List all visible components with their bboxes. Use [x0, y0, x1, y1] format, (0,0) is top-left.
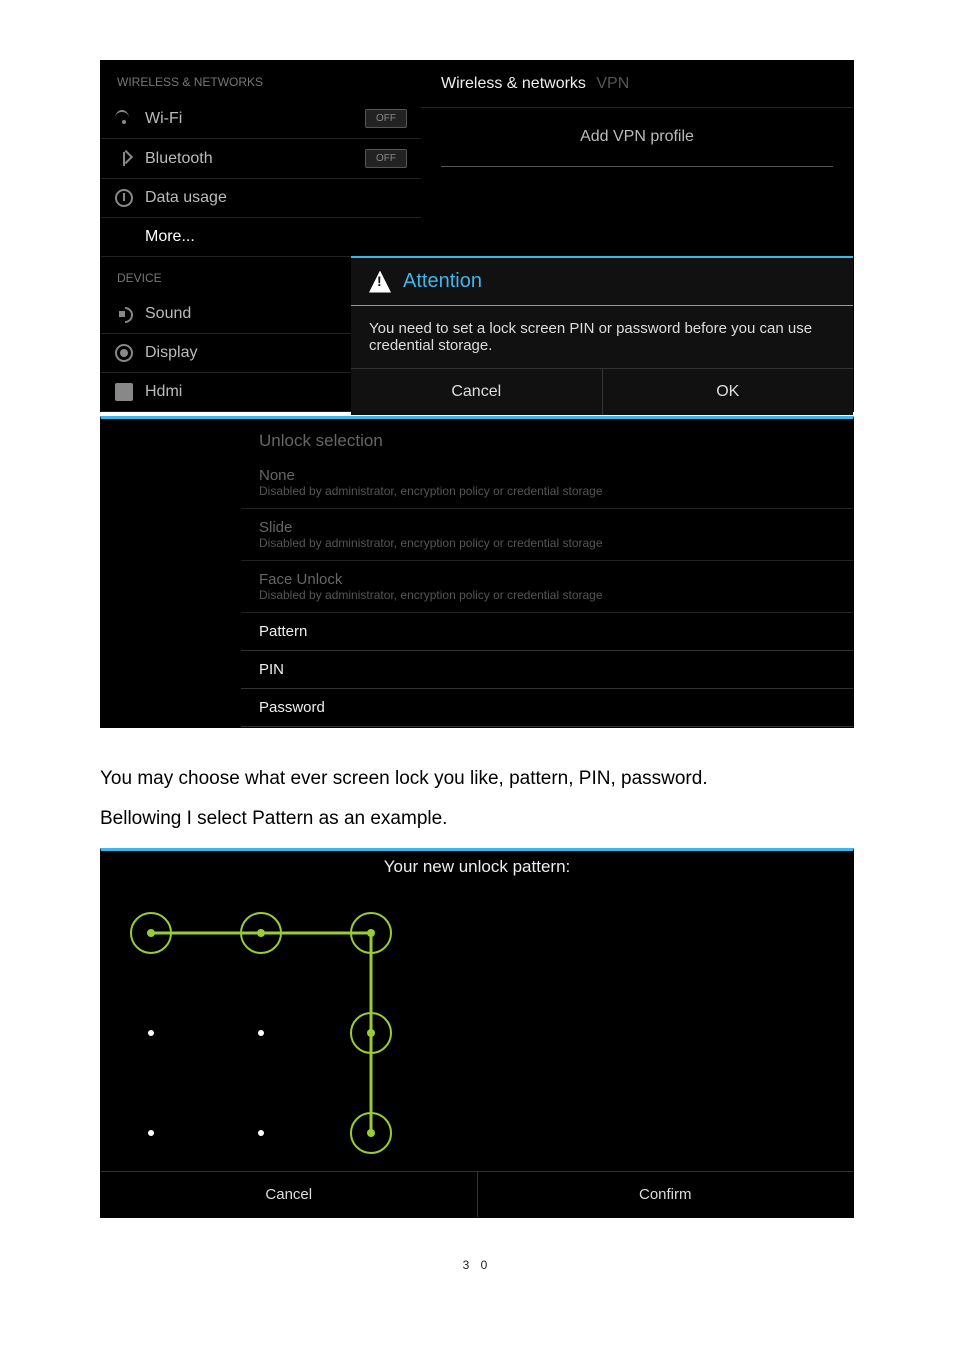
- pattern-node-1[interactable]: [130, 912, 172, 954]
- option-pin-title: PIN: [259, 661, 835, 678]
- pattern-screenshot: Your new unlock pattern: Cancel Confirm: [100, 848, 854, 1218]
- option-password[interactable]: Password: [241, 689, 853, 727]
- more-label: More...: [145, 228, 407, 246]
- section-wireless-header: WIRELESS & NETWORKS: [101, 61, 421, 99]
- bluetooth-icon: [115, 150, 133, 168]
- body-paragraph-1: You may choose what ever screen lock you…: [100, 758, 854, 800]
- body-paragraph-2: Bellowing I select Pattern as an example…: [100, 808, 854, 830]
- option-none-title: None: [259, 467, 835, 484]
- detail-subtitle: VPN: [596, 75, 629, 92]
- sidebar-item-data-usage[interactable]: Data usage: [101, 179, 421, 218]
- settings-vpn-dialog-screenshot: WIRELESS & NETWORKS Wi-Fi OFF Bluetooth …: [100, 60, 854, 412]
- detail-header: Wireless & networks VPN: [421, 61, 853, 108]
- page-number: 3 0: [100, 1258, 854, 1272]
- option-face-title: Face Unlock: [259, 571, 835, 588]
- option-pin[interactable]: PIN: [241, 651, 853, 689]
- option-face-desc: Disabled by administrator, encryption po…: [259, 588, 835, 602]
- dialog-buttons: Cancel OK: [351, 369, 853, 415]
- pattern-node-9[interactable]: [350, 1112, 392, 1154]
- data-usage-label: Data usage: [145, 189, 407, 207]
- pattern-node-5[interactable]: [240, 1012, 282, 1054]
- display-icon: [115, 344, 133, 362]
- sidebar-item-more[interactable]: More...: [101, 218, 421, 257]
- dialog-title-row: Attention: [351, 258, 853, 306]
- pattern-node-6[interactable]: [350, 1012, 392, 1054]
- detail-title: Wireless & networks: [441, 75, 586, 92]
- option-pattern-title: Pattern: [259, 623, 835, 640]
- unlock-selection-screenshot: Unlock selection None Disabled by admini…: [100, 416, 854, 728]
- add-vpn-profile[interactable]: Add VPN profile: [441, 108, 833, 167]
- data-usage-icon: [115, 189, 133, 207]
- option-slide: Slide Disabled by administrator, encrypt…: [241, 509, 853, 561]
- settings-detail-pane: Wireless & networks VPN Add VPN profile: [421, 61, 853, 167]
- attention-dialog: Attention You need to set a lock screen …: [351, 256, 853, 415]
- sidebar-item-bluetooth[interactable]: Bluetooth OFF: [101, 139, 421, 179]
- option-none-desc: Disabled by administrator, encryption po…: [259, 484, 835, 498]
- option-password-title: Password: [259, 699, 835, 716]
- wifi-label: Wi-Fi: [145, 110, 365, 128]
- wifi-toggle[interactable]: OFF: [365, 109, 407, 128]
- wifi-icon: [115, 110, 133, 128]
- sound-icon: [115, 305, 133, 323]
- blank-icon: [115, 228, 133, 246]
- dialog-title: Attention: [403, 270, 482, 293]
- option-face-unlock: Face Unlock Disabled by administrator, e…: [241, 561, 853, 613]
- sidebar-item-wifi[interactable]: Wi-Fi OFF: [101, 99, 421, 139]
- pattern-node-2[interactable]: [240, 912, 282, 954]
- unlock-selection-title: Unlock selection: [241, 419, 853, 457]
- option-pattern[interactable]: Pattern: [241, 613, 853, 651]
- option-none: None Disabled by administrator, encrypti…: [241, 457, 853, 509]
- bluetooth-toggle[interactable]: OFF: [365, 149, 407, 168]
- pattern-confirm-button[interactable]: Confirm: [478, 1171, 854, 1217]
- pattern-node-7[interactable]: [130, 1112, 172, 1154]
- bluetooth-label: Bluetooth: [145, 150, 365, 168]
- option-slide-title: Slide: [259, 519, 835, 536]
- pattern-node-3[interactable]: [350, 912, 392, 954]
- pattern-node-8[interactable]: [240, 1112, 282, 1154]
- cancel-button[interactable]: Cancel: [351, 369, 603, 415]
- dialog-message: You need to set a lock screen PIN or pas…: [351, 306, 853, 369]
- pattern-node-4[interactable]: [130, 1012, 172, 1054]
- ok-button[interactable]: OK: [603, 369, 854, 415]
- pattern-button-row: Cancel Confirm: [101, 1171, 853, 1217]
- pattern-grid[interactable]: [111, 893, 431, 1153]
- pattern-title: Your new unlock pattern:: [101, 851, 853, 883]
- warning-icon: [369, 271, 391, 293]
- pattern-cancel-button[interactable]: Cancel: [101, 1171, 478, 1217]
- option-slide-desc: Disabled by administrator, encryption po…: [259, 536, 835, 550]
- hdmi-icon: [115, 383, 133, 401]
